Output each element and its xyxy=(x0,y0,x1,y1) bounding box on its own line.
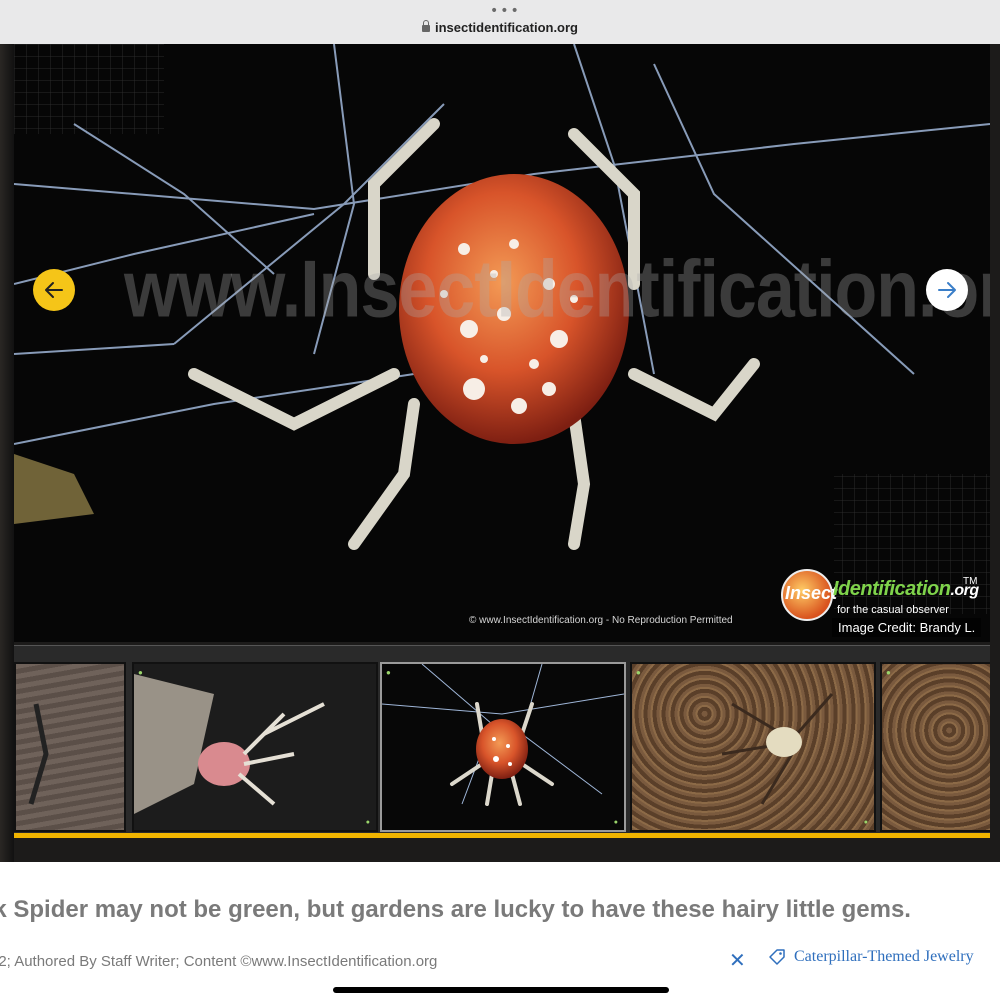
photo-watermark: www.InsectIdentification.org xyxy=(124,244,990,334)
thumbnail[interactable]: ● xyxy=(880,662,990,832)
thumbnail[interactable]: ● ● xyxy=(630,662,876,832)
tag-icon xyxy=(769,949,785,965)
browser-menu-dots[interactable]: ••• xyxy=(490,4,521,18)
close-icon[interactable]: ✕ xyxy=(729,948,746,972)
thumbnail[interactable]: ● ● xyxy=(132,662,378,832)
thumbnail[interactable] xyxy=(14,662,126,832)
logo-identification-text: Identification.org xyxy=(833,578,979,600)
logo-insect-text: Insect xyxy=(785,583,838,603)
photo-copyright: © www.InsectIdentification.org - No Repr… xyxy=(469,615,733,626)
spider-photo-graphic xyxy=(14,44,990,642)
thumbnail-logo: ● xyxy=(886,668,891,677)
url-host-text: insectidentification.org xyxy=(434,20,578,35)
thumbnail-footer-logo: ● xyxy=(613,819,618,826)
thumbnail-logo: ● xyxy=(138,668,143,677)
logo-tagline: for the casual observer xyxy=(837,604,949,616)
thumbnail-graphic xyxy=(382,664,624,806)
thumbnail-graphic xyxy=(28,703,49,805)
image-caption: ck Spider may not be green, but gardens … xyxy=(0,896,911,923)
article-byline: 22; Authored By Staff Writer; Content ©w… xyxy=(0,953,438,970)
thumbnail-graphic xyxy=(134,674,325,814)
caterpillar-jewelry-link[interactable]: Caterpillar-Themed Jewelry xyxy=(768,948,974,966)
url-host[interactable]: insectidentification.org xyxy=(0,20,1000,35)
previous-image-button[interactable] xyxy=(33,269,75,311)
thumbnail-logo: ● xyxy=(636,668,641,677)
logo-trademark: TM xyxy=(963,576,978,587)
arrow-left-icon xyxy=(45,282,63,298)
thumbnail-strip[interactable]: ● ● ● ● ● ● ● xyxy=(14,645,990,834)
next-image-button[interactable] xyxy=(926,269,968,311)
lock-icon xyxy=(421,20,430,32)
main-photo[interactable]: www.InsectIdentification.org © www.Insec… xyxy=(14,44,990,642)
browser-url-bar[interactable]: ••• insectidentification.org xyxy=(0,0,1000,44)
home-indicator[interactable] xyxy=(333,987,669,993)
arrow-right-icon xyxy=(938,282,956,298)
thumbnail-active[interactable]: ● ● xyxy=(380,662,626,832)
thumbnail-graphic xyxy=(721,693,834,805)
thumbnail-logo: ● xyxy=(386,668,391,677)
thumbnail-progress-bar xyxy=(14,833,990,838)
caterpillar-jewelry-label: Caterpillar-Themed Jewelry xyxy=(794,948,974,965)
image-credit: Image Credit: Brandy L. xyxy=(832,618,982,637)
thumbnail-footer-logo: ● xyxy=(365,819,370,826)
gallery-edge xyxy=(0,44,14,862)
thumbnail-footer-logo: ● xyxy=(863,819,868,826)
